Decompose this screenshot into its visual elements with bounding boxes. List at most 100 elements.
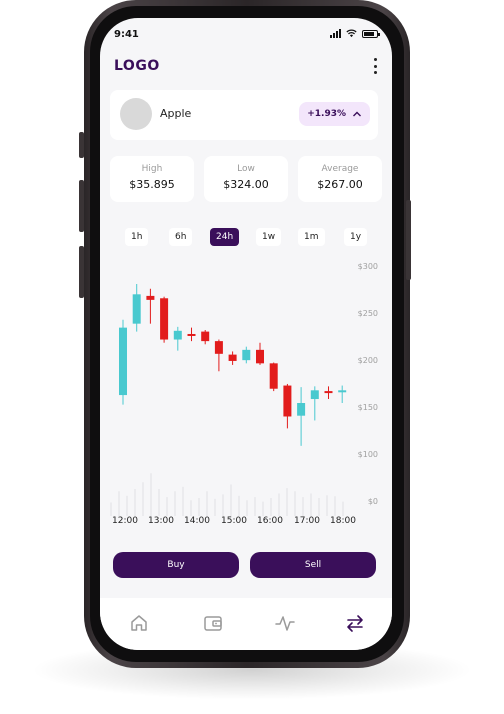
candlestick (283, 383, 292, 429)
x-tick-label: 15:00 (221, 516, 247, 526)
volume-bar (134, 489, 136, 516)
phone-side-button (79, 180, 84, 232)
stat-value: $35.895 (129, 178, 175, 191)
volume-bar (302, 497, 304, 516)
volume-bar (270, 498, 272, 516)
candlestick (297, 387, 306, 446)
stat-label: Low (237, 164, 255, 174)
volume-bar (110, 502, 112, 516)
candlestick (119, 319, 127, 405)
candlestick (132, 284, 141, 332)
volume-bar (214, 498, 216, 516)
candlestick (146, 288, 155, 324)
y-tick-label: $300 (357, 262, 378, 271)
tab-1y[interactable]: 1y (344, 228, 368, 246)
activity-icon[interactable] (274, 612, 296, 634)
asset-avatar (120, 98, 152, 130)
candlestick (310, 386, 319, 421)
tab-1w[interactable]: 1w (256, 228, 282, 246)
x-tick-label: 14:00 (184, 516, 210, 526)
stat-average: Average $267.00 (298, 156, 382, 202)
tab-1h[interactable]: 1h (125, 228, 149, 246)
phone-side-button (79, 246, 84, 298)
candlestick (242, 346, 251, 364)
candlestick (187, 327, 196, 342)
volume-bar (278, 493, 280, 516)
asset-card[interactable]: Apple +1.93% (110, 90, 378, 140)
volume-bar (334, 496, 336, 516)
stat-low: Low $324.00 (204, 156, 288, 202)
y-tick-label: $150 (357, 403, 378, 412)
volume-bar (182, 486, 184, 516)
y-tick-label: $0 (367, 497, 378, 506)
battery-icon (362, 29, 380, 38)
transfer-icon[interactable] (344, 612, 366, 634)
stat-value: $267.00 (317, 178, 363, 191)
volume-bar (326, 495, 328, 516)
candlestick (324, 386, 333, 400)
volume-bar (118, 491, 120, 516)
y-tick-label: $200 (357, 356, 378, 365)
wifi-icon (346, 29, 357, 38)
price-chart: $300 $250 $200 $150 $100 $0 12:00 13:00 … (100, 254, 392, 534)
wallet-icon[interactable] (202, 612, 224, 634)
volume-bar (198, 498, 200, 516)
x-tick-label: 17:00 (294, 516, 320, 526)
tab-24h[interactable]: 24h (210, 228, 240, 246)
volume-bar (286, 488, 288, 516)
volume-bar (222, 494, 224, 516)
app-logo: LOGO (114, 58, 160, 74)
signal-icon (330, 29, 341, 38)
change-value: +1.93% (307, 109, 346, 119)
candlestick (269, 362, 278, 392)
volume-bar (150, 473, 152, 516)
y-tick-label: $250 (357, 309, 378, 318)
candlestick (201, 330, 210, 345)
volume-bar (342, 501, 344, 516)
volume-bar (294, 491, 296, 516)
status-time: 9:41 (114, 29, 139, 40)
buy-button[interactable]: Buy (113, 552, 239, 578)
stat-high: High $35.895 (110, 156, 194, 202)
sell-button[interactable]: Sell (250, 552, 376, 578)
tab-1m[interactable]: 1m (298, 228, 325, 246)
change-badge: +1.93% (299, 102, 370, 126)
volume-bar (310, 493, 312, 516)
stat-label: Average (321, 164, 359, 174)
home-icon[interactable] (128, 612, 150, 634)
x-tick-label: 12:00 (112, 516, 138, 526)
app-screen: 9:41 LOGO Apple +1.93% High $35.895 Low … (100, 18, 392, 650)
volume-bar (254, 497, 256, 516)
more-menu-icon[interactable] (372, 58, 378, 74)
volume-bar (318, 498, 320, 516)
status-icons (330, 29, 380, 38)
candlestick (256, 342, 264, 365)
x-tick-label: 16:00 (257, 516, 283, 526)
volume-bar (174, 491, 176, 516)
bottom-nav (100, 598, 392, 650)
phone-side-button (79, 132, 84, 158)
candlestick (160, 296, 169, 343)
volume-bar (166, 497, 168, 516)
y-tick-label: $100 (357, 450, 378, 459)
volume-bar (262, 501, 264, 516)
candlestick-plot (110, 284, 347, 516)
volume-bar (206, 491, 208, 516)
volume-bar (142, 482, 144, 516)
volume-bar (230, 484, 232, 516)
candlestick (228, 351, 237, 365)
stats-row: High $35.895 Low $324.00 Average $267.00 (110, 156, 382, 202)
status-bar: 9:41 (100, 18, 392, 52)
tab-6h[interactable]: 6h (169, 228, 193, 246)
x-tick-label: 18:00 (330, 516, 356, 526)
chevron-up-icon (353, 111, 361, 117)
candlestick (214, 339, 223, 372)
volume-bar (238, 495, 240, 516)
asset-name: Apple (160, 107, 192, 120)
volume-bar (126, 495, 128, 516)
candlestick (173, 326, 182, 351)
candlestick (338, 385, 347, 403)
stat-value: $324.00 (223, 178, 269, 191)
x-tick-label: 13:00 (148, 516, 174, 526)
stat-label: High (141, 164, 163, 174)
